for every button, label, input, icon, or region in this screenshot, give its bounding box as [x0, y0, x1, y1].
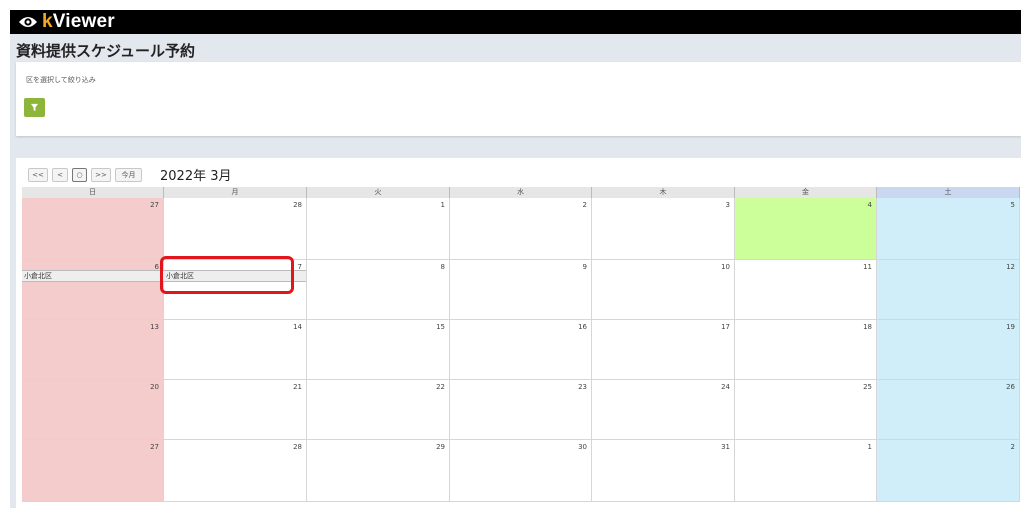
- day-cell[interactable]: 30: [450, 440, 592, 502]
- day-number: 2: [582, 201, 587, 209]
- day-number: 30: [578, 443, 587, 451]
- day-number: 12: [1006, 263, 1015, 271]
- page-title: 資料提供スケジュール予約: [16, 42, 195, 60]
- day-number: 11: [863, 263, 872, 271]
- day-number: 17: [721, 323, 730, 331]
- day-cell[interactable]: 18: [735, 320, 877, 380]
- day-number: 15: [436, 323, 445, 331]
- day-cell[interactable]: 27: [22, 440, 164, 502]
- day-cell[interactable]: 1: [735, 440, 877, 502]
- day-cell[interactable]: 2: [450, 198, 592, 260]
- day-cell[interactable]: 12: [877, 260, 1020, 320]
- day-number: 26: [1006, 383, 1015, 391]
- day-number: 25: [863, 383, 872, 391]
- day-cell[interactable]: 2: [877, 440, 1020, 502]
- weekday-header: 火: [307, 187, 450, 198]
- day-cell[interactable]: 4: [735, 198, 877, 260]
- app-logo[interactable]: kViewer: [18, 11, 115, 33]
- day-cell[interactable]: 10: [592, 260, 735, 320]
- day-cell[interactable]: 28: [164, 440, 307, 502]
- day-cell[interactable]: 14: [164, 320, 307, 380]
- filter-panel: 区を選択して絞り込み: [16, 62, 1021, 136]
- day-number: 18: [863, 323, 872, 331]
- eye-icon: [19, 17, 37, 27]
- day-number: 14: [293, 323, 302, 331]
- day-cell[interactable]: 5: [877, 198, 1020, 260]
- weekday-header: 月: [164, 187, 307, 198]
- filter-button[interactable]: [24, 98, 45, 117]
- day-number: 27: [150, 201, 159, 209]
- day-number: 9: [582, 263, 587, 271]
- this-month-button[interactable]: 今月: [115, 168, 142, 182]
- day-number: 8: [440, 263, 445, 271]
- event-sunday-6[interactable]: 小倉北区: [22, 270, 164, 282]
- day-cell[interactable]: 23: [450, 380, 592, 440]
- day-cell[interactable]: 31: [592, 440, 735, 502]
- day-cell[interactable]: 15: [307, 320, 450, 380]
- day-cell[interactable]: 19: [877, 320, 1020, 380]
- day-cell[interactable]: 6: [22, 260, 164, 320]
- day-number: 1: [867, 443, 872, 451]
- day-number: 4: [867, 201, 872, 209]
- weekday-header: 木: [592, 187, 735, 198]
- day-cell[interactable]: 27: [22, 198, 164, 260]
- weekday-header: 金: [735, 187, 877, 198]
- weekday-header: 水: [450, 187, 592, 198]
- day-cell[interactable]: 17: [592, 320, 735, 380]
- day-cell[interactable]: 21: [164, 380, 307, 440]
- day-number: 19: [1006, 323, 1015, 331]
- day-number: 3: [725, 201, 730, 209]
- day-number: 28: [293, 201, 302, 209]
- day-number: 13: [150, 323, 159, 331]
- day-cell[interactable]: 8: [307, 260, 450, 320]
- logo-text: kViewer: [42, 11, 115, 32]
- day-cell[interactable]: 24: [592, 380, 735, 440]
- day-cell[interactable]: 1: [307, 198, 450, 260]
- filter-icon: [30, 103, 39, 112]
- day-number: 21: [293, 383, 302, 391]
- day-number: 1: [440, 201, 445, 209]
- prev-month-button[interactable]: <: [52, 168, 68, 182]
- prev-year-button[interactable]: <<: [28, 168, 48, 182]
- day-cell[interactable]: 9: [450, 260, 592, 320]
- month-title: 2022年 3月: [160, 169, 232, 184]
- annotation-highlight-box: [160, 256, 294, 294]
- day-cell[interactable]: 20: [22, 380, 164, 440]
- day-number: 10: [721, 263, 730, 271]
- day-cell[interactable]: 3: [592, 198, 735, 260]
- filter-hint: 区を選択して絞り込み: [26, 76, 96, 84]
- day-cell[interactable]: 28: [164, 198, 307, 260]
- day-cell[interactable]: 26: [877, 380, 1020, 440]
- day-cell[interactable]: 29: [307, 440, 450, 502]
- day-number: 27: [150, 443, 159, 451]
- day-number: 28: [293, 443, 302, 451]
- day-number: 22: [436, 383, 445, 391]
- day-cell[interactable]: 11: [735, 260, 877, 320]
- weekday-header: 土: [877, 187, 1020, 198]
- day-number: 5: [1010, 201, 1015, 209]
- day-number: 2: [1010, 443, 1015, 451]
- day-number: 20: [150, 383, 159, 391]
- day-cell[interactable]: 25: [735, 380, 877, 440]
- day-cell[interactable]: 22: [307, 380, 450, 440]
- day-number: 29: [436, 443, 445, 451]
- day-number: 24: [721, 383, 730, 391]
- day-number: 23: [578, 383, 587, 391]
- weekday-header: 日: [22, 187, 164, 198]
- day-cell[interactable]: 13: [22, 320, 164, 380]
- next-month-button[interactable]: >>: [91, 168, 111, 182]
- day-cell[interactable]: 16: [450, 320, 592, 380]
- app-header: kViewer: [10, 10, 1021, 34]
- day-number: 31: [721, 443, 730, 451]
- day-number: 16: [578, 323, 587, 331]
- current-month-button[interactable]: ○: [72, 168, 87, 182]
